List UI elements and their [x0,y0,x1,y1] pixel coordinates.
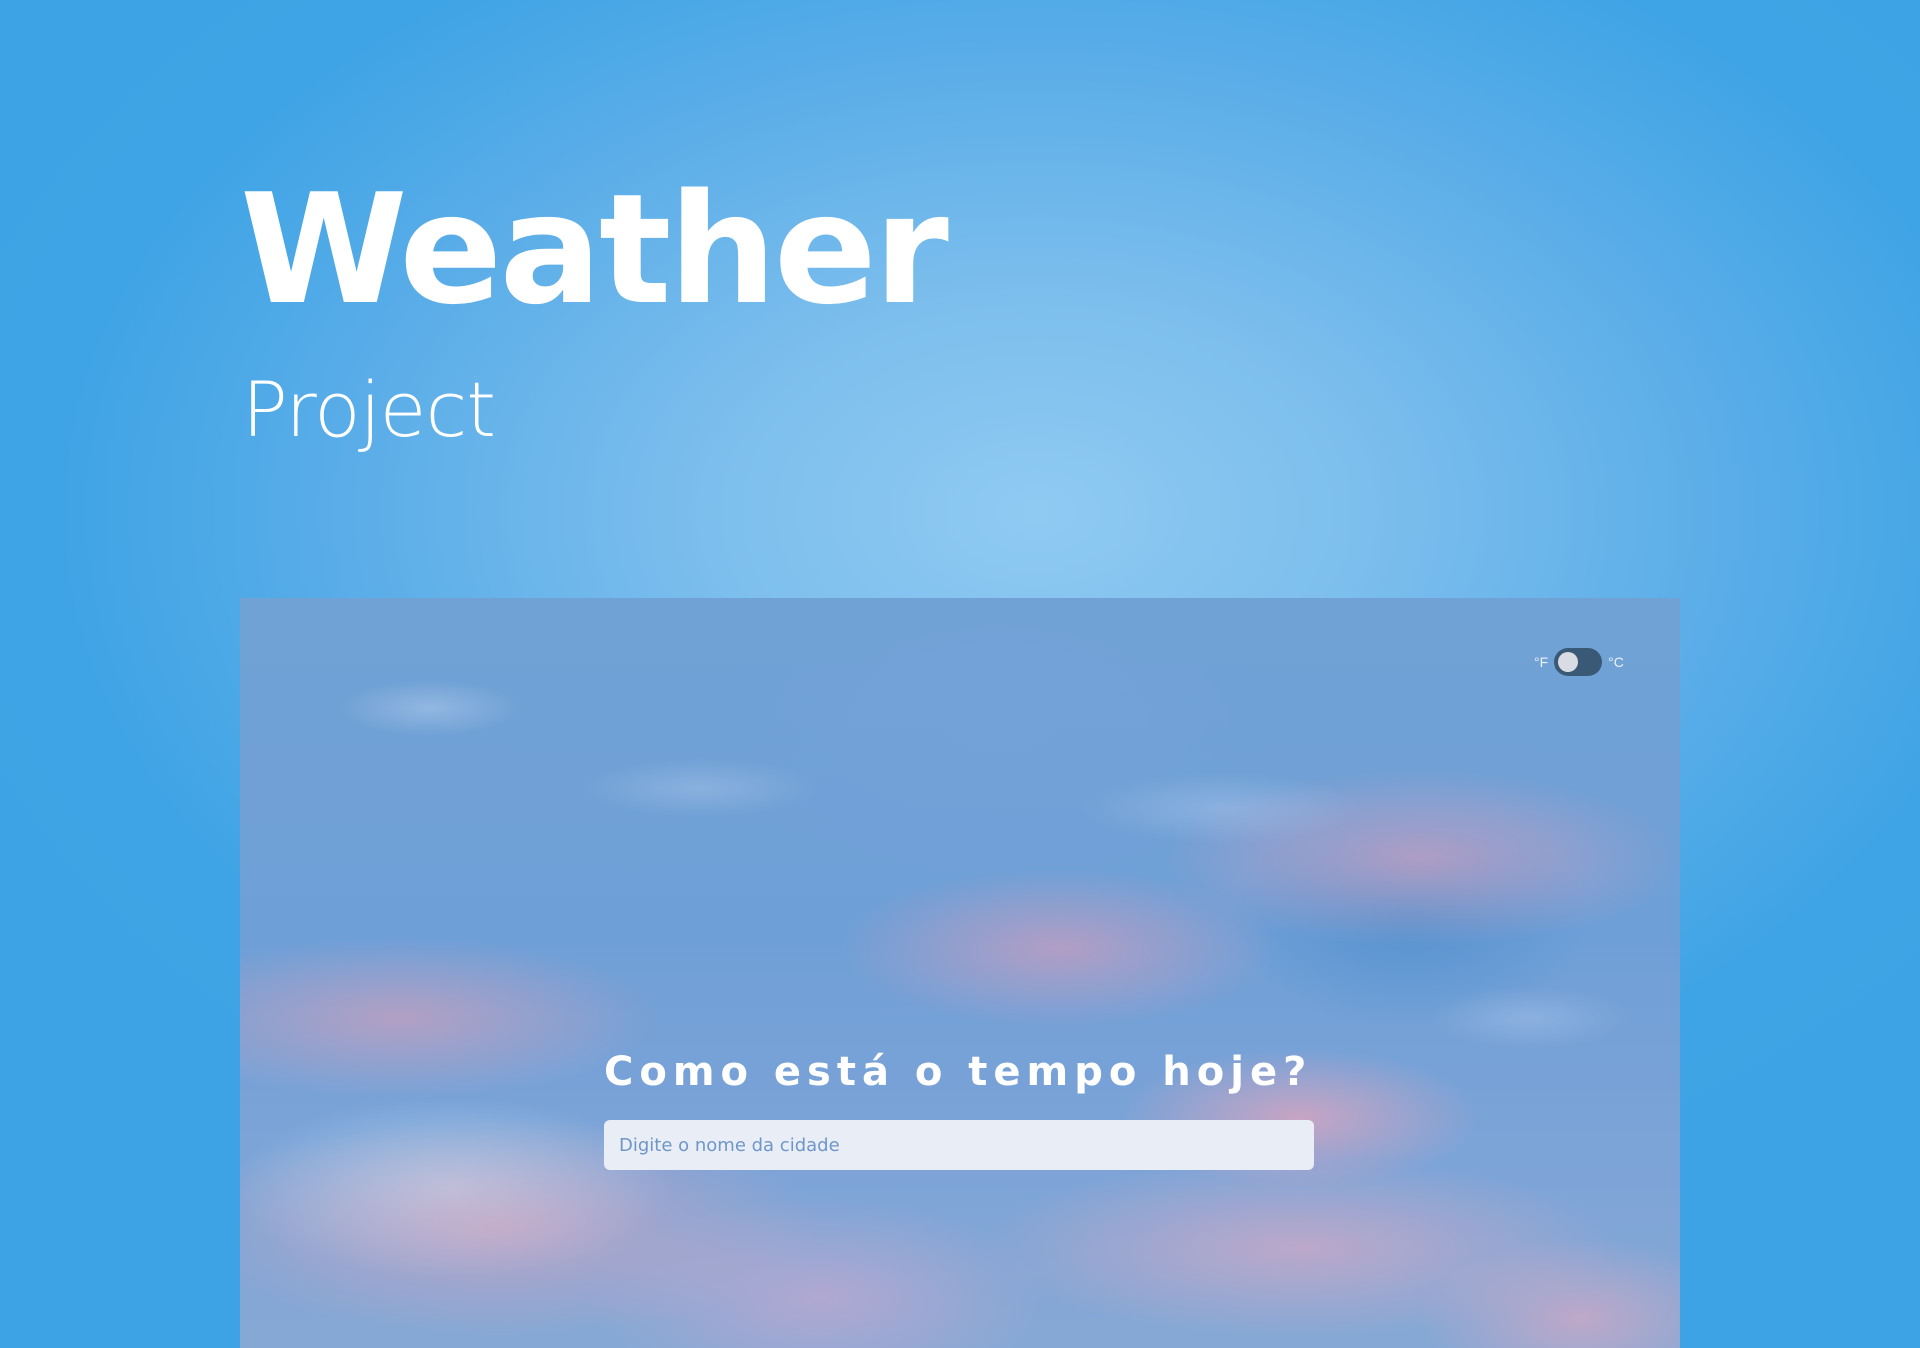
toggle-knob[interactable] [1558,652,1579,672]
fahrenheit-label: °F [1534,654,1549,670]
search-heading: Como está o tempo hoje? [604,1049,1313,1095]
temperature-unit-toggle[interactable]: °F °C [1534,648,1624,676]
unit-switch[interactable] [1554,648,1603,676]
page-subtitle: Project [242,365,496,454]
page-title: Weather [240,161,949,338]
city-search-input[interactable] [604,1120,1314,1170]
weather-app-preview: °F °C Como está o tempo hoje? [240,598,1680,1348]
celsius-label: °C [1608,654,1624,670]
